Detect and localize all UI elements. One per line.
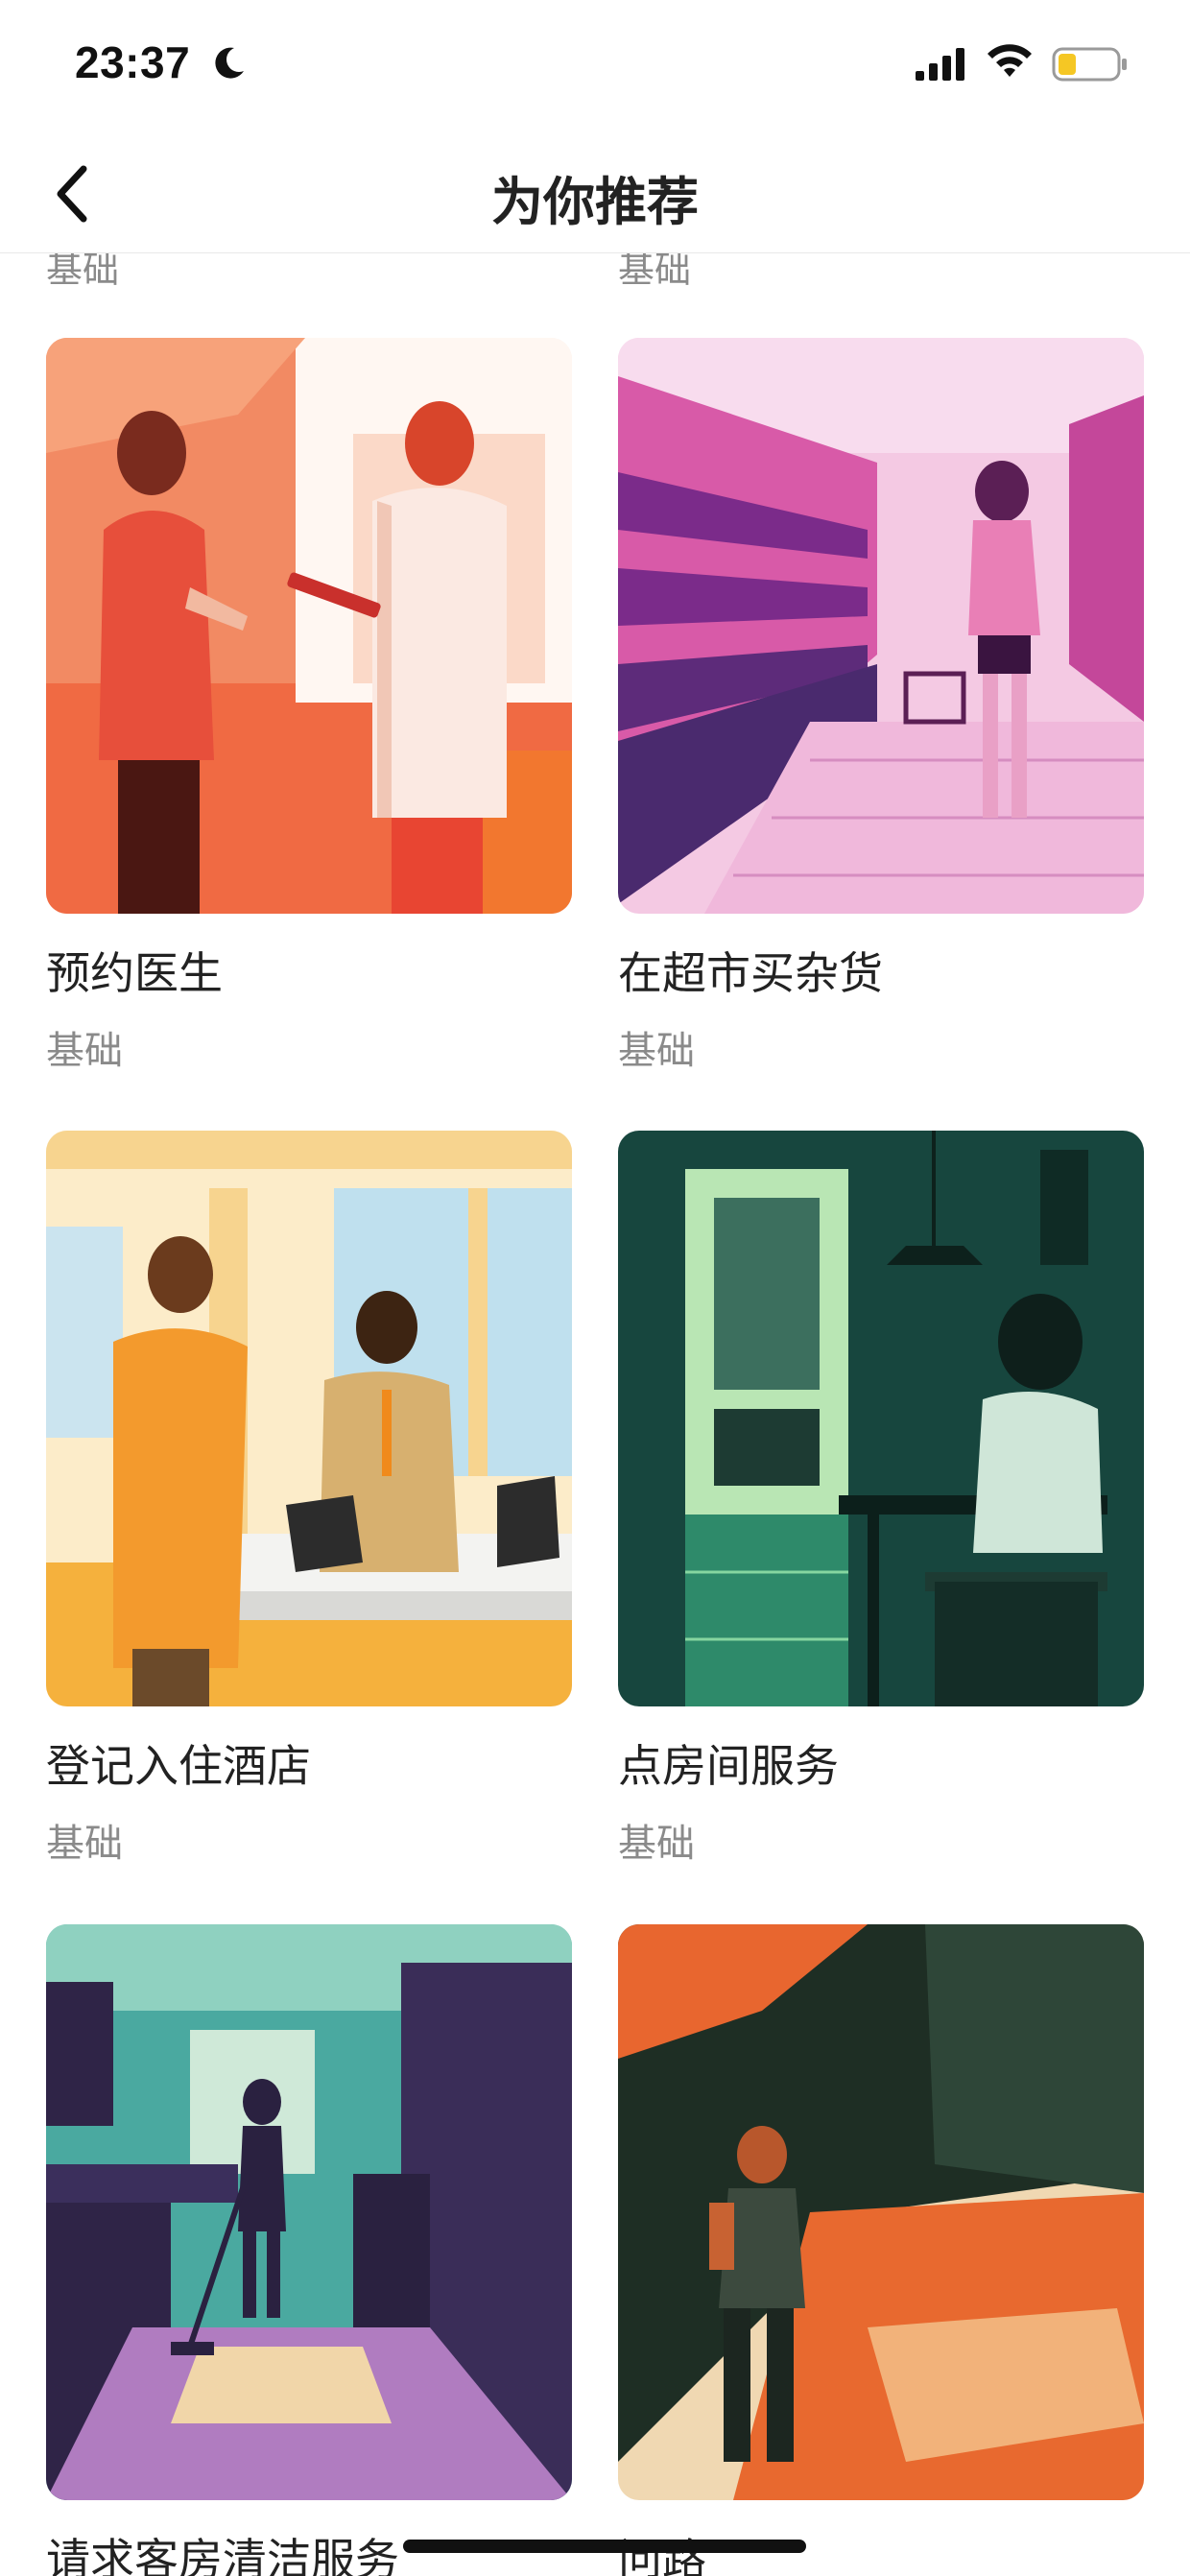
- housekeeping-image: [46, 1924, 572, 2500]
- doctor-appointment-image: [46, 338, 572, 914]
- room-service-image: [618, 1131, 1144, 1706]
- supermarket-image: [618, 338, 1144, 914]
- card-title: 预约医生: [46, 947, 223, 999]
- card-level: 基础: [618, 1822, 695, 1866]
- lesson-card-hotel[interactable]: 登记入住酒店 基础: [46, 1131, 572, 1868]
- status-time: 23:37: [75, 37, 191, 87]
- wifi-icon: [988, 44, 1032, 77]
- lesson-card-housekeeping[interactable]: 请求客房清洁服务: [46, 1924, 572, 2576]
- lesson-card-doctor[interactable]: 预约医生 基础: [46, 338, 572, 1075]
- card-level: 基础: [618, 1029, 695, 1073]
- card-level: 基础: [46, 1822, 123, 1866]
- moon-icon: [215, 47, 244, 79]
- home-indicator[interactable]: [403, 2540, 806, 2553]
- cellular-signal-icon: [916, 48, 964, 81]
- battery-icon: [1052, 47, 1127, 82]
- card-title: 登记入住酒店: [46, 1740, 311, 1792]
- lesson-card-supermarket[interactable]: 在超市买杂货 基础: [618, 338, 1144, 1075]
- lesson-card-directions[interactable]: 问路: [618, 1924, 1144, 2576]
- card-level: 基础: [46, 1029, 123, 1073]
- card-title: 点房间服务: [618, 1740, 839, 1792]
- card-title: 在超市买杂货: [618, 947, 883, 999]
- asking-directions-image: [618, 1924, 1144, 2500]
- navigation-bar: 为你推荐: [0, 134, 1190, 253]
- hotel-checkin-image: [46, 1131, 572, 1706]
- status-bar: 23:37: [0, 0, 1190, 134]
- page-title: 为你推荐: [491, 172, 699, 232]
- lesson-card-room-service[interactable]: 点房间服务 基础: [618, 1131, 1144, 1868]
